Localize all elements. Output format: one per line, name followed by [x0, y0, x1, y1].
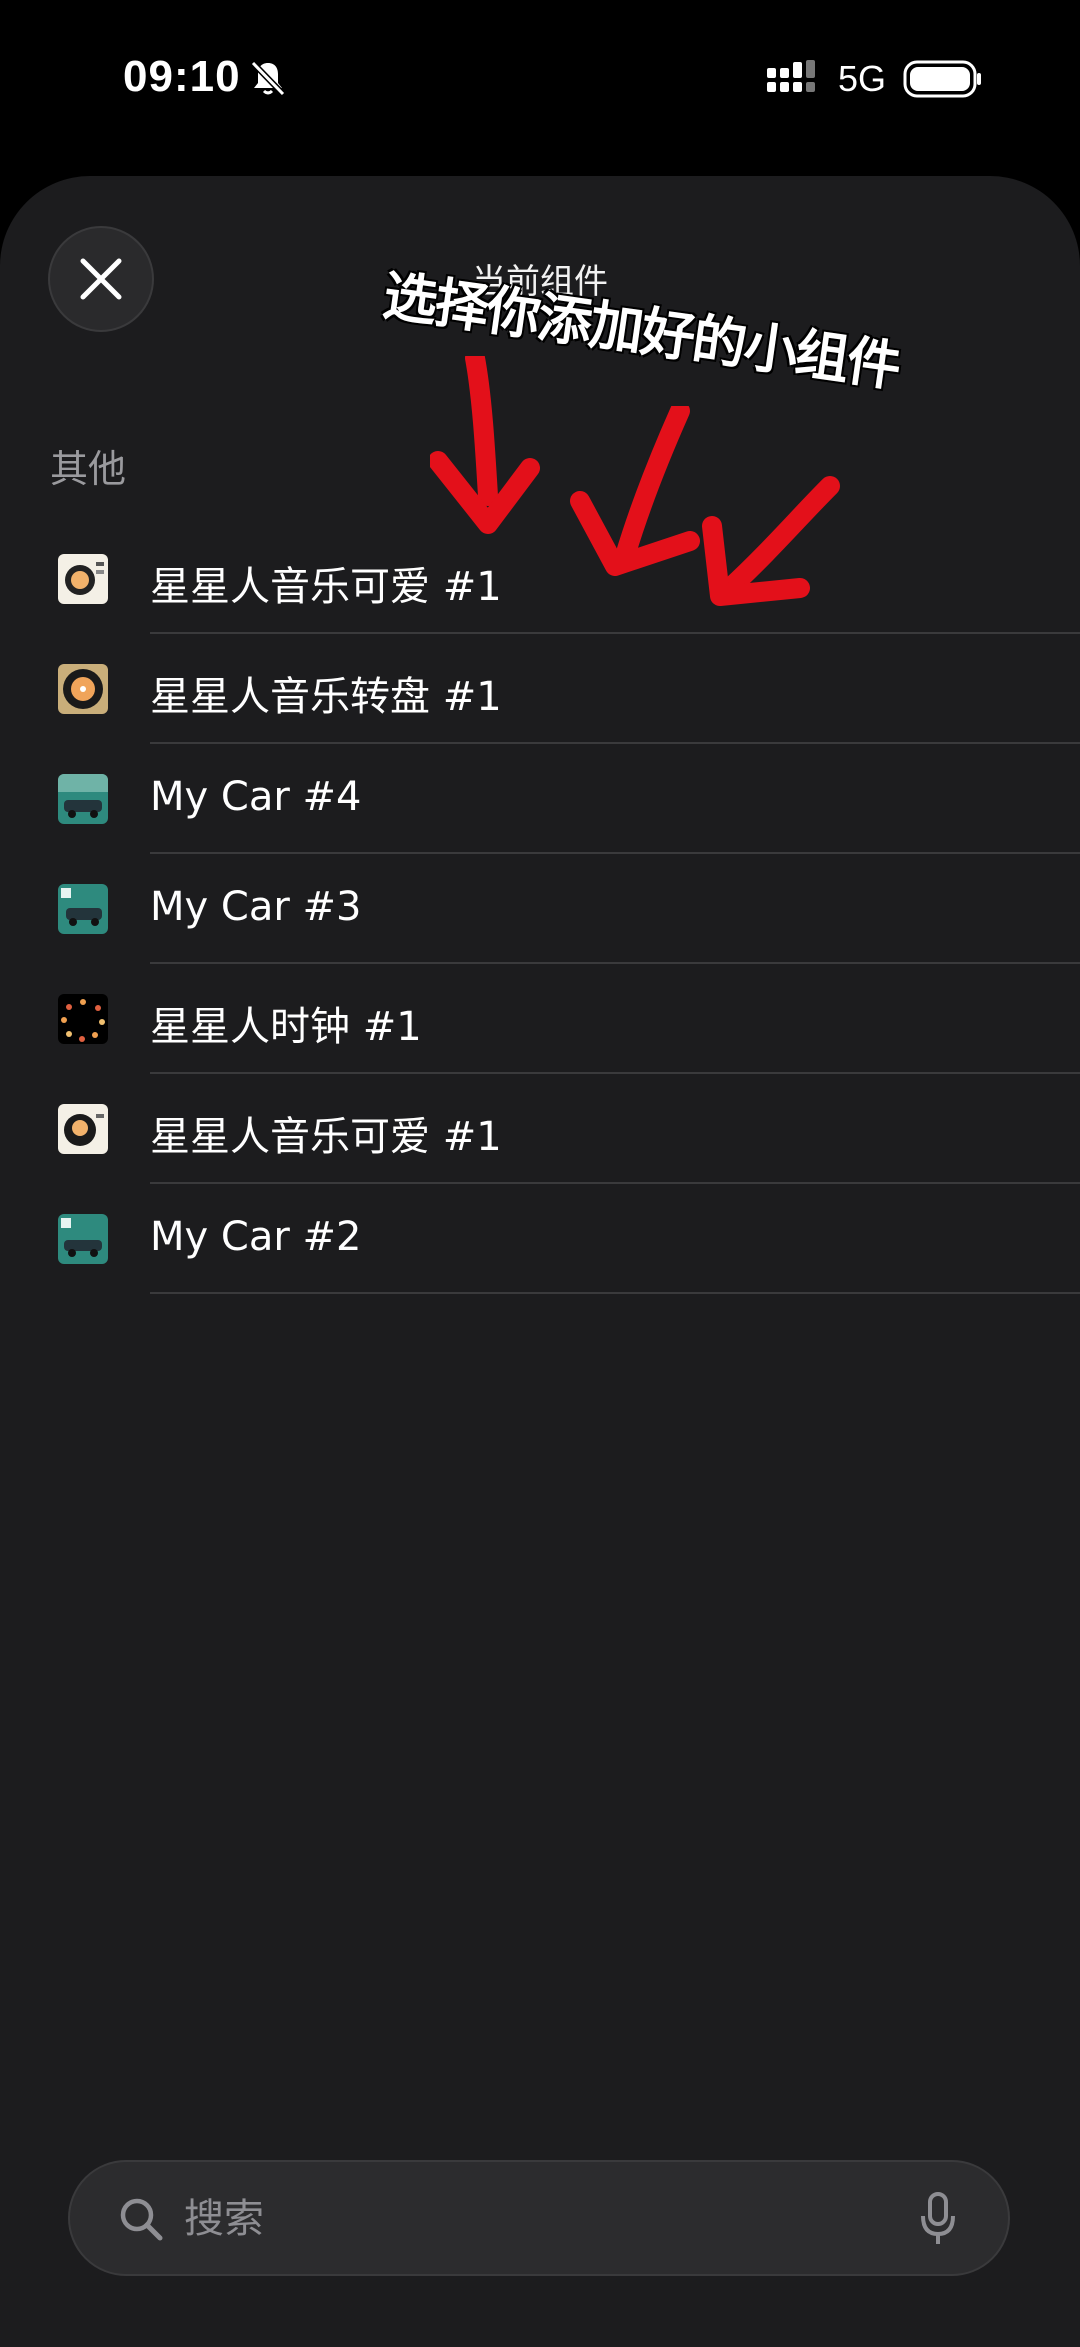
- list-item[interactable]: 星星人时钟 #1: [0, 964, 1080, 1074]
- star-person-clock-icon: [58, 994, 108, 1044]
- list-item[interactable]: My Car #3: [0, 854, 1080, 964]
- list-item[interactable]: 星星人音乐转盘 #1: [0, 634, 1080, 744]
- list-item-label: My Car #2: [150, 1214, 362, 1260]
- section-header-other: 其他: [50, 447, 127, 491]
- search-input[interactable]: [182, 2190, 866, 2248]
- list-item-label: 星星人时钟 #1: [150, 1004, 422, 1050]
- signal-icon: [767, 60, 815, 92]
- star-person-music-cute-icon: [58, 554, 108, 604]
- star-person-music-turntable-icon: [58, 664, 108, 714]
- widget-list: 星星人音乐可爱 #1 星星人音乐转盘 #1 My Car #4 My Car #…: [0, 524, 1080, 1294]
- list-item-label: My Car #3: [150, 884, 362, 930]
- battery-icon: [903, 60, 981, 98]
- my-car-icon: [58, 1214, 108, 1264]
- annotation-arrow-icon: [430, 356, 540, 534]
- list-item-label: 星星人音乐可爱 #1: [150, 564, 502, 610]
- divider: [150, 1292, 1080, 1294]
- star-person-music-cute-icon: [58, 1104, 108, 1154]
- list-item-label: 星星人音乐转盘 #1: [150, 674, 502, 720]
- status-bar: 09:10 5G: [0, 0, 1080, 160]
- microphone-icon[interactable]: [920, 2192, 956, 2246]
- search-icon: [120, 2198, 163, 2241]
- network-type: 5G: [838, 58, 887, 99]
- list-item-label: 星星人音乐可爱 #1: [150, 1114, 502, 1160]
- my-car-icon: [58, 884, 108, 934]
- list-item[interactable]: 星星人音乐可爱 #1: [0, 524, 1080, 634]
- bell-muted-icon: [250, 60, 286, 97]
- status-time: 09:10: [123, 52, 241, 101]
- list-item-label: My Car #4: [150, 774, 362, 820]
- widget-sheet: 当前组件 选择你添加好的小组件 其他 星星人音乐可爱 #1 星星人音乐转盘 #1…: [0, 176, 1080, 2347]
- list-item[interactable]: My Car #4: [0, 744, 1080, 854]
- my-car-icon: [58, 774, 108, 824]
- list-item[interactable]: 星星人音乐可爱 #1: [0, 1074, 1080, 1184]
- list-item[interactable]: My Car #2: [0, 1184, 1080, 1294]
- search-bar[interactable]: [68, 2160, 1010, 2276]
